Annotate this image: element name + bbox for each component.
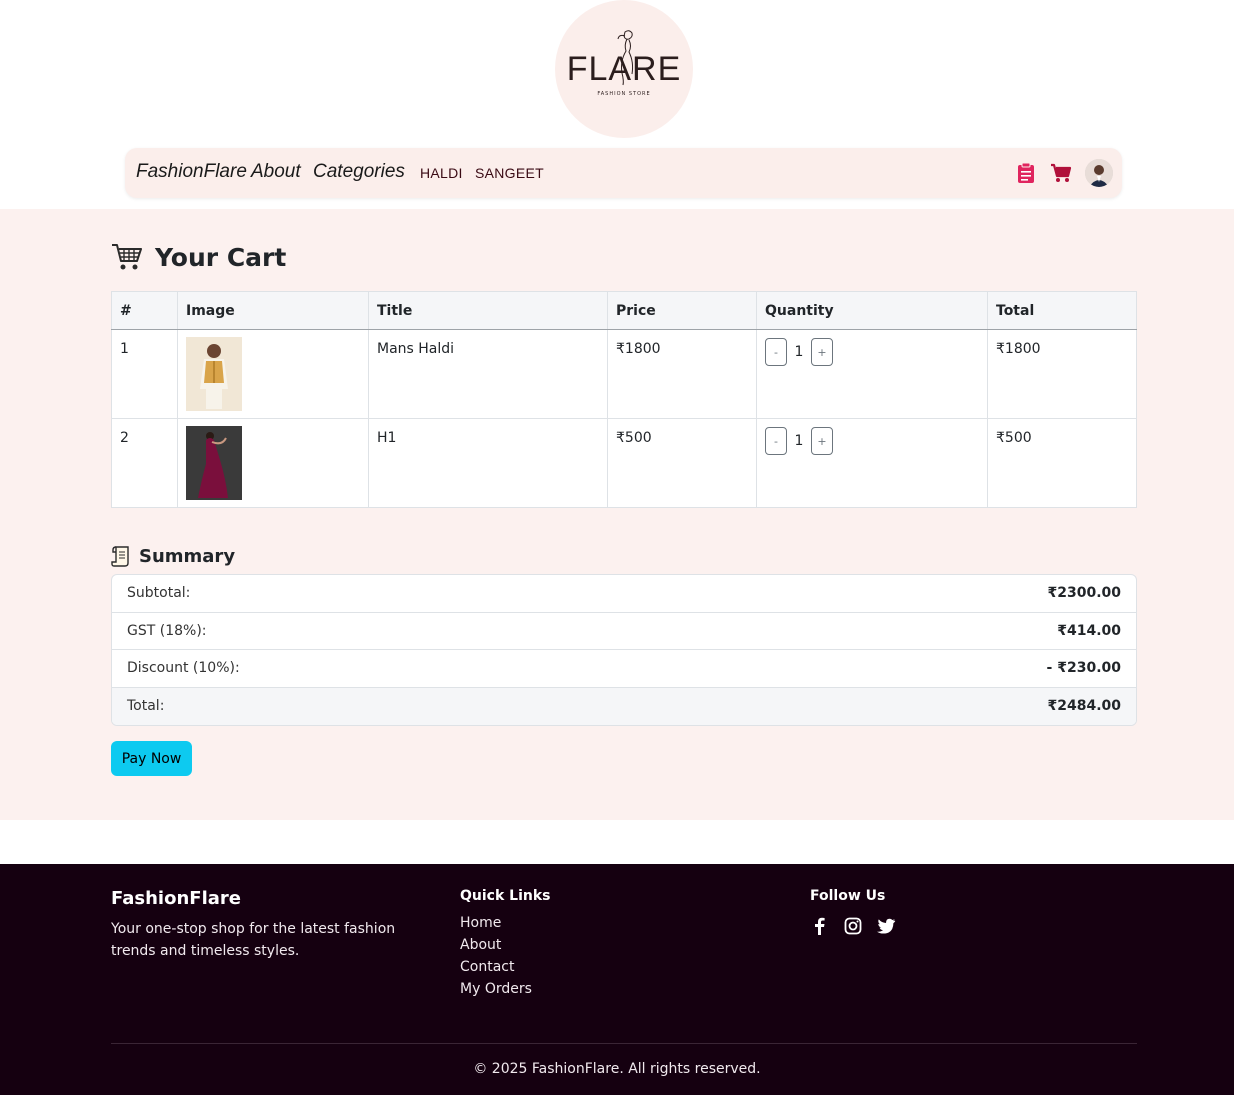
page-title: Your Cart	[155, 242, 287, 272]
footer-about-column: FashionFlare Your one-stop shop for the …	[111, 888, 431, 962]
footer-description: Your one-stop shop for the latest fashio…	[111, 921, 396, 959]
orders-icon[interactable]	[1015, 162, 1037, 184]
summary-value: ₹414.00	[1057, 622, 1121, 639]
summary-row-discount: Discount (10%): - ₹230.00	[112, 650, 1136, 688]
summary-list: Subtotal: ₹2300.00 GST (18%): ₹414.00 Di…	[111, 574, 1137, 726]
row-index: 2	[111, 418, 178, 508]
decrease-quantity-button[interactable]: -	[765, 338, 787, 366]
row-quantity-cell: - 1 +	[756, 329, 988, 419]
quantity-stepper: - 1 +	[765, 338, 979, 366]
footer-link-home[interactable]: Home	[460, 912, 550, 934]
row-title: H1	[368, 418, 608, 508]
summary-value: ₹2484.00	[1047, 698, 1121, 715]
nav-link-haldi[interactable]: HALDI	[420, 165, 463, 181]
nav-categories[interactable]: Categories	[313, 161, 405, 183]
summary-title: Summary	[139, 545, 236, 567]
nav-brand[interactable]: FashionFlare	[136, 161, 247, 183]
row-quantity-cell: - 1 +	[756, 418, 988, 508]
summary-value: - ₹230.00	[1046, 660, 1121, 677]
copyright: © 2025 FashionFlare. All rights reserved…	[473, 1061, 761, 1077]
footer-quick-links-column: Quick Links Home About Contact My Orders	[460, 888, 550, 1000]
row-price: ₹1800	[607, 329, 757, 419]
twitter-icon[interactable]	[876, 916, 896, 936]
row-image-cell	[177, 418, 369, 508]
column-header-price: Price	[607, 291, 757, 330]
nav-link-sangeet[interactable]: SANGEET	[475, 165, 544, 181]
table-header-row: # Image Title Price Quantity Total	[111, 291, 1137, 330]
footer-link-my-orders[interactable]: My Orders	[460, 978, 550, 1000]
social-icons	[810, 916, 896, 936]
summary-row-total: Total: ₹2484.00	[112, 687, 1136, 725]
summary-label: GST (18%):	[127, 622, 207, 639]
receipt-icon	[111, 546, 129, 567]
cart-table: # Image Title Price Quantity Total 1 Man…	[111, 291, 1137, 508]
footer-link-about[interactable]: About	[460, 934, 550, 956]
logo-subtext: FASHION STORE	[597, 91, 651, 97]
summary-heading: Summary	[111, 545, 235, 567]
row-total: ₹1800	[987, 329, 1137, 419]
footer: FashionFlare Your one-stop shop for the …	[0, 864, 1234, 1095]
navbar: FashionFlare About Categories HALDI SANG…	[125, 148, 1122, 198]
summary-row-gst: GST (18%): ₹414.00	[112, 613, 1136, 650]
follow-us-heading: Follow Us	[810, 888, 886, 904]
table-row: 1 Mans Haldi ₹1800 - 1 + ₹1800	[111, 329, 1137, 419]
avatar[interactable]	[1085, 159, 1113, 187]
footer-divider	[111, 1043, 1137, 1044]
quick-links-heading: Quick Links	[460, 888, 551, 904]
quantity-value: 1	[794, 344, 804, 360]
cart-icon[interactable]	[1050, 162, 1072, 184]
quick-links-list: Home About Contact My Orders	[460, 912, 550, 1000]
row-image-cell	[177, 329, 369, 419]
decrease-quantity-button[interactable]: -	[765, 427, 787, 455]
summary-value: ₹2300.00	[1047, 585, 1121, 602]
column-header-image: Image	[177, 291, 369, 330]
row-price: ₹500	[607, 418, 757, 508]
nav-about[interactable]: About	[251, 161, 301, 183]
shopping-cart-icon	[112, 244, 142, 270]
quantity-stepper: - 1 +	[765, 427, 979, 455]
column-header-quantity: Quantity	[756, 291, 988, 330]
footer-link-contact[interactable]: Contact	[460, 956, 550, 978]
product-image-mans-haldi[interactable]	[186, 337, 242, 411]
summary-row-subtotal: Subtotal: ₹2300.00	[112, 575, 1136, 613]
increase-quantity-button[interactable]: +	[811, 338, 833, 366]
logo-text: FLARE	[566, 50, 682, 88]
site-logo[interactable]: FLARE FASHION STORE	[555, 0, 693, 138]
column-header-title: Title	[368, 291, 608, 330]
quantity-value: 1	[794, 433, 804, 449]
table-row: 2 H1 ₹500 - 1 + ₹500	[111, 418, 1137, 508]
footer-brand: FashionFlare	[111, 888, 241, 909]
pay-now-button[interactable]: Pay Now	[111, 741, 192, 776]
instagram-icon[interactable]	[843, 916, 863, 936]
increase-quantity-button[interactable]: +	[811, 427, 833, 455]
avatar-image	[1085, 159, 1113, 187]
column-header-total: Total	[987, 291, 1137, 330]
summary-label: Total:	[127, 698, 165, 715]
summary-label: Subtotal:	[127, 585, 191, 602]
product-image-h1[interactable]	[186, 426, 242, 500]
facebook-icon[interactable]	[810, 916, 830, 936]
footer-follow-column: Follow Us	[810, 888, 896, 936]
row-index: 1	[111, 329, 178, 419]
cart-heading: Your Cart	[111, 239, 286, 275]
column-header-index: #	[111, 291, 178, 330]
row-title: Mans Haldi	[368, 329, 608, 419]
row-total: ₹500	[987, 418, 1137, 508]
cart-section: Your Cart # Image Title Price Quantity T…	[0, 209, 1234, 820]
summary-label: Discount (10%):	[127, 660, 240, 677]
